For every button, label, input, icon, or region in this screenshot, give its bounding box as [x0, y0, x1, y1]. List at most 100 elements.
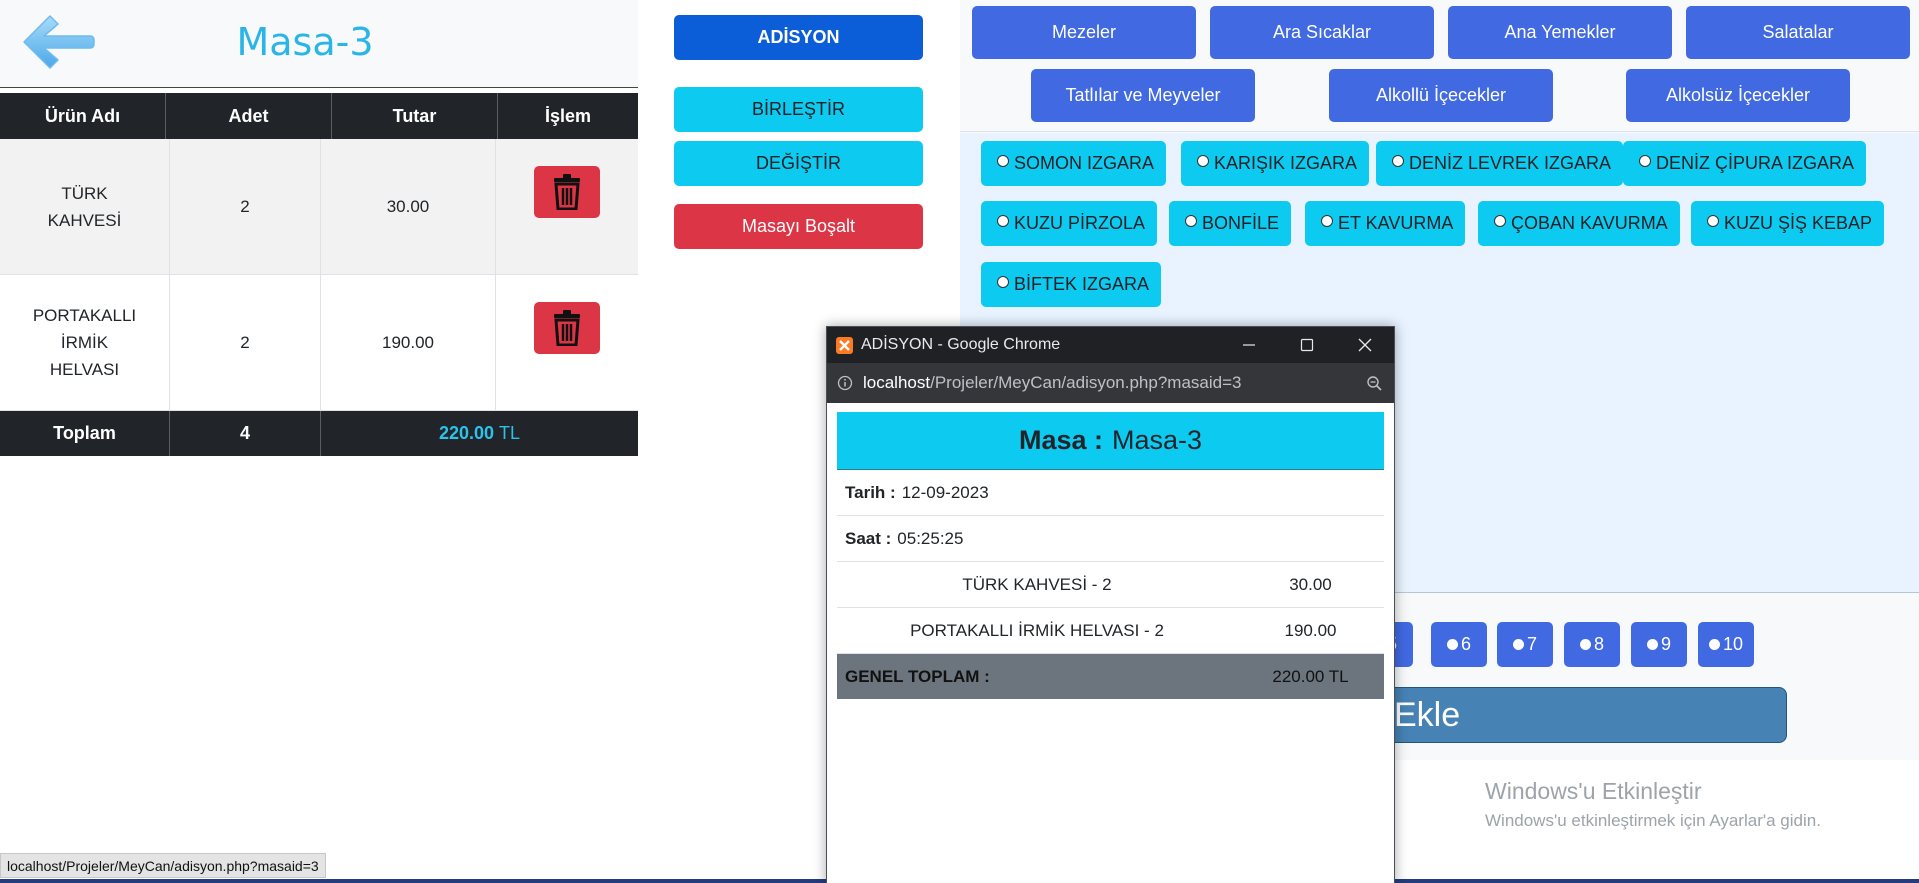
minimize-icon[interactable] [1220, 327, 1278, 363]
xampp-icon [836, 336, 853, 354]
category-button[interactable]: Salatalar [1686, 6, 1910, 59]
product-total: 30.00 [321, 139, 496, 274]
footer-label: Toplam [0, 411, 170, 456]
radio-icon [1185, 214, 1197, 227]
browser-status-url: localhost/Projeler/MeyCan/adisyon.php?ma… [0, 853, 326, 878]
receipt-table-value: Masa-3 [1112, 425, 1203, 455]
radio-icon [1512, 639, 1524, 650]
popup-address-bar[interactable]: localhost/Projeler/MeyCan/adisyon.php?ma… [827, 363, 1394, 403]
radio-icon [997, 275, 1009, 288]
adisyon-button[interactable]: ADİSYON [674, 15, 923, 60]
add-button[interactable]: Ekle [1340, 687, 1787, 743]
radio-icon [997, 154, 1009, 167]
radio-icon [997, 214, 1009, 227]
url-path: /Projeler/MeyCan/adisyon.php?masaid=3 [930, 373, 1242, 392]
product-option[interactable]: SOMON IZGARA [981, 141, 1167, 186]
product-option[interactable]: KUZU ŞİŞ KEBAP [1691, 201, 1885, 246]
radio-icon [1708, 639, 1720, 650]
table-header-bar: Masa-3 [0, 0, 638, 88]
product-option[interactable]: DENİZ LEVREK IZGARA [1376, 141, 1624, 186]
category-button[interactable]: Alkolsüz İçecekler [1626, 69, 1850, 122]
product-option[interactable]: KARIŞIK IZGARA [1181, 141, 1370, 186]
maximize-icon[interactable] [1278, 327, 1336, 363]
receipt-item-name: PORTAKALLI İRMİK HELVASI - 2 [910, 620, 1164, 640]
product-total: 190.00 [321, 275, 496, 410]
popup-titlebar[interactable]: ADİSYON - Google Chrome [827, 327, 1394, 363]
product-qty: 2 [170, 275, 321, 410]
radio-icon [1321, 214, 1333, 227]
radio-icon [1707, 214, 1719, 227]
adisyon-popup-window: ADİSYON - Google Chrome localhost/Projel… [826, 326, 1395, 883]
back-arrow-icon[interactable] [20, 10, 96, 74]
clear-table-button[interactable]: Masayı Boşalt [674, 204, 923, 249]
trash-icon [554, 309, 580, 346]
table-row: TÜRK KAHVESİ 2 30.00 [0, 139, 638, 275]
info-icon[interactable] [827, 375, 863, 391]
activation-subtitle: Windows'u etkinleştirmek için Ayarlar'a … [1485, 811, 1821, 830]
receipt-table-label: Masa : [1018, 425, 1103, 455]
receipt-total-row: GENEL TOPLAM : 220.00 TL [837, 654, 1384, 699]
trash-icon [554, 173, 580, 210]
product-qty: 2 [170, 139, 321, 274]
category-button[interactable]: Mezeler [972, 6, 1196, 59]
table-footer-row: Toplam 4 220.00 TL [0, 411, 638, 456]
merge-button[interactable]: BİRLEŞTİR [674, 87, 923, 132]
radio-icon [1494, 214, 1506, 227]
order-table: Ürün Adı Adet Tutar İşlem TÜRK KAHVESİ 2… [0, 93, 638, 456]
column-header-total: Tutar [332, 93, 498, 139]
column-header-action: İşlem [544, 105, 592, 126]
category-button[interactable]: Ana Yemekler [1448, 6, 1672, 59]
product-option[interactable]: ÇOBAN KAVURMA [1478, 201, 1680, 246]
receipt-item-price: 190.00 [1284, 620, 1337, 640]
receipt: Masa : Masa-3 Tarih : 12-09-2023 Saat : … [827, 403, 1394, 699]
zoom-icon[interactable] [1354, 375, 1394, 392]
qty-option[interactable]: 6 [1431, 622, 1487, 667]
radio-icon [1639, 154, 1651, 167]
receipt-item-row: PORTAKALLI İRMİK HELVASI - 2 190.00 [837, 608, 1384, 654]
receipt-date-value: 12-09-2023 [901, 482, 989, 502]
receipt-total-value: 220.00 TL [1272, 666, 1349, 686]
radio-icon [1392, 154, 1404, 167]
category-button[interactable]: Alkollü İçecekler [1329, 69, 1553, 122]
popup-window-title: ADİSYON - Google Chrome [861, 336, 1061, 353]
receipt-item-name: TÜRK KAHVESİ - 2 [962, 574, 1112, 594]
page-title: Masa-3 [236, 20, 374, 64]
qty-option[interactable]: 10 [1698, 622, 1754, 667]
footer-sum: 220.00 [438, 423, 495, 443]
category-button[interactable]: Tatlılar ve Meyveler [1031, 69, 1255, 122]
receipt-time-row: Saat : 05:25:25 [837, 516, 1384, 562]
qty-option[interactable]: 9 [1631, 622, 1687, 667]
product-name: PORTAKALLI İRMİK HELVASI [32, 306, 137, 379]
receipt-time-label: Saat : [845, 528, 892, 548]
product-option[interactable]: ET KAVURMA [1305, 201, 1466, 246]
qty-option[interactable]: 7 [1497, 622, 1553, 667]
change-table-button[interactable]: DEĞİŞTİR [674, 141, 923, 186]
category-bar: Mezeler Ara Sıcaklar Ana Yemekler Salata… [960, 0, 1919, 132]
product-option[interactable]: DENİZ ÇİPURA IZGARA [1623, 141, 1867, 186]
receipt-date-label: Tarih : [845, 482, 896, 502]
radio-icon [1646, 639, 1658, 650]
product-option[interactable]: BONFİLE [1169, 201, 1292, 246]
delete-item-button[interactable] [534, 301, 600, 354]
activation-title: Windows'u Etkinleştir [1485, 778, 1702, 804]
radio-icon [1579, 639, 1591, 650]
table-row: PORTAKALLI İRMİK HELVASI 2 190.00 [0, 275, 638, 411]
receipt-header: Masa : Masa-3 [837, 412, 1384, 470]
receipt-date-row: Tarih : 12-09-2023 [837, 470, 1384, 516]
table-header-row: Ürün Adı Adet Tutar İşlem [0, 93, 638, 139]
column-header-qty: Adet [166, 93, 332, 139]
product-option[interactable]: KUZU PİRZOLA [981, 201, 1158, 246]
radio-icon [1197, 154, 1209, 167]
product-option[interactable]: BİFTEK IZGARA [981, 262, 1162, 307]
product-name: TÜRK KAHVESİ [47, 183, 122, 230]
radio-icon [1446, 639, 1458, 650]
close-icon[interactable] [1336, 327, 1394, 363]
column-header-product: Ürün Adı [0, 93, 166, 139]
delete-item-button[interactable] [534, 165, 600, 218]
footer-currency: TL [499, 423, 521, 443]
footer-qty: 4 [170, 411, 321, 456]
category-button[interactable]: Ara Sıcaklar [1210, 6, 1434, 59]
receipt-item-row: TÜRK KAHVESİ - 2 30.00 [837, 562, 1384, 608]
qty-option[interactable]: 8 [1564, 622, 1620, 667]
receipt-time-value: 05:25:25 [897, 528, 964, 548]
